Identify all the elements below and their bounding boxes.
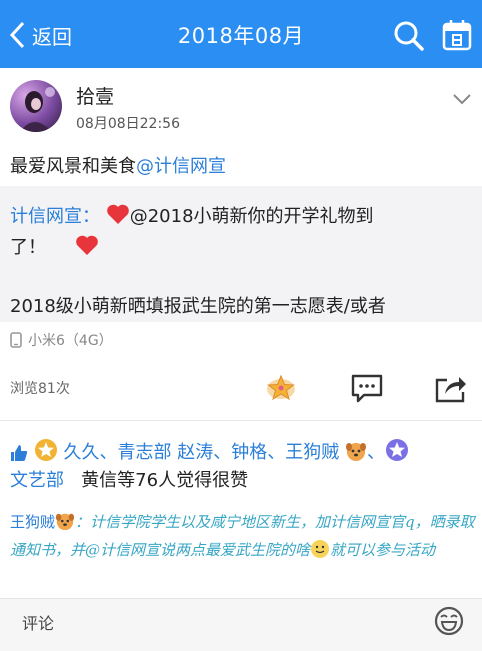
divider [0,420,482,421]
comment-item: 王狗贼 ：计信学院学生以及咸宁地区新生，加计信网宣官q，晒录取通知书，并@计信网… [10,508,476,564]
back-button[interactable]: 返回 [8,18,72,52]
chevron-down-icon[interactable] [452,92,472,106]
phone-icon [10,332,22,348]
thumbs-up-icon [11,445,28,461]
likes-suffix: 黄信等76人觉得很赞 [81,470,249,491]
heart-emoji-icon [106,204,129,224]
star-badge-icon [34,439,57,461]
emoji-icon[interactable] [433,605,465,637]
mention-link[interactable]: @计信网宣 [136,156,226,177]
comment-icon[interactable] [350,372,384,404]
share-icon[interactable] [433,372,467,404]
back-label: 返回 [32,24,72,49]
post-text-body: 最爱风景和美食 [10,156,136,177]
comment-input-bar [0,598,482,651]
post-time: 08月08日22:56 [76,116,180,132]
smiley-emoji-icon [311,540,330,558]
quoted-post[interactable]: 计信网宣： @2018小萌新你的开学礼物到 了！ 2018级小萌新晒填报武生院的… [0,186,482,322]
post-text: 最爱风景和美食@计信网宣 [10,152,226,178]
search-icon[interactable] [393,20,425,52]
quote-author[interactable]: 计信网宣： [10,206,100,227]
page-title: 2018年08月 [177,24,305,48]
purple-star-badge-icon [385,439,408,461]
device-label: 小米6（4G） [28,333,113,349]
quote-line2-text: 了！ [10,237,46,258]
dog-face-icon [345,443,366,461]
avatar[interactable] [10,80,62,132]
post-header: 拾壹 08月08日22:56 [0,68,482,140]
comment-text-end: 就可以参与活动 [330,541,436,559]
chevron-left-icon [9,21,25,49]
device-info: 小米6（4G） [10,330,113,350]
quote-line3-text: 2018级小萌新晒填报武生院的第一志愿表/或者 [10,296,386,317]
likes-summary: 久久、青志部 赵涛、钟格、王狗贼 、 文艺部 黄信等76人觉得很赞 [10,438,476,495]
quote-line1-text: @2018小萌新你的开学礼物到 [129,206,374,227]
author-name[interactable]: 拾壹 [76,82,114,109]
star-sticker-icon[interactable] [264,372,298,402]
view-count: 浏览81次 [10,381,70,397]
dog-face-icon [55,513,75,531]
calendar-icon[interactable] [442,19,472,51]
likers-list-continued[interactable]: 文艺部 [10,470,64,491]
comment-input[interactable] [10,605,430,641]
heart-emoji-icon [75,235,98,255]
comment-author[interactable]: 王狗贼 [10,513,55,531]
likers-list[interactable]: 久久、青志部 赵涛、钟格、王狗贼 [63,442,339,463]
top-bar: 返回 2018年08月 [0,0,482,68]
